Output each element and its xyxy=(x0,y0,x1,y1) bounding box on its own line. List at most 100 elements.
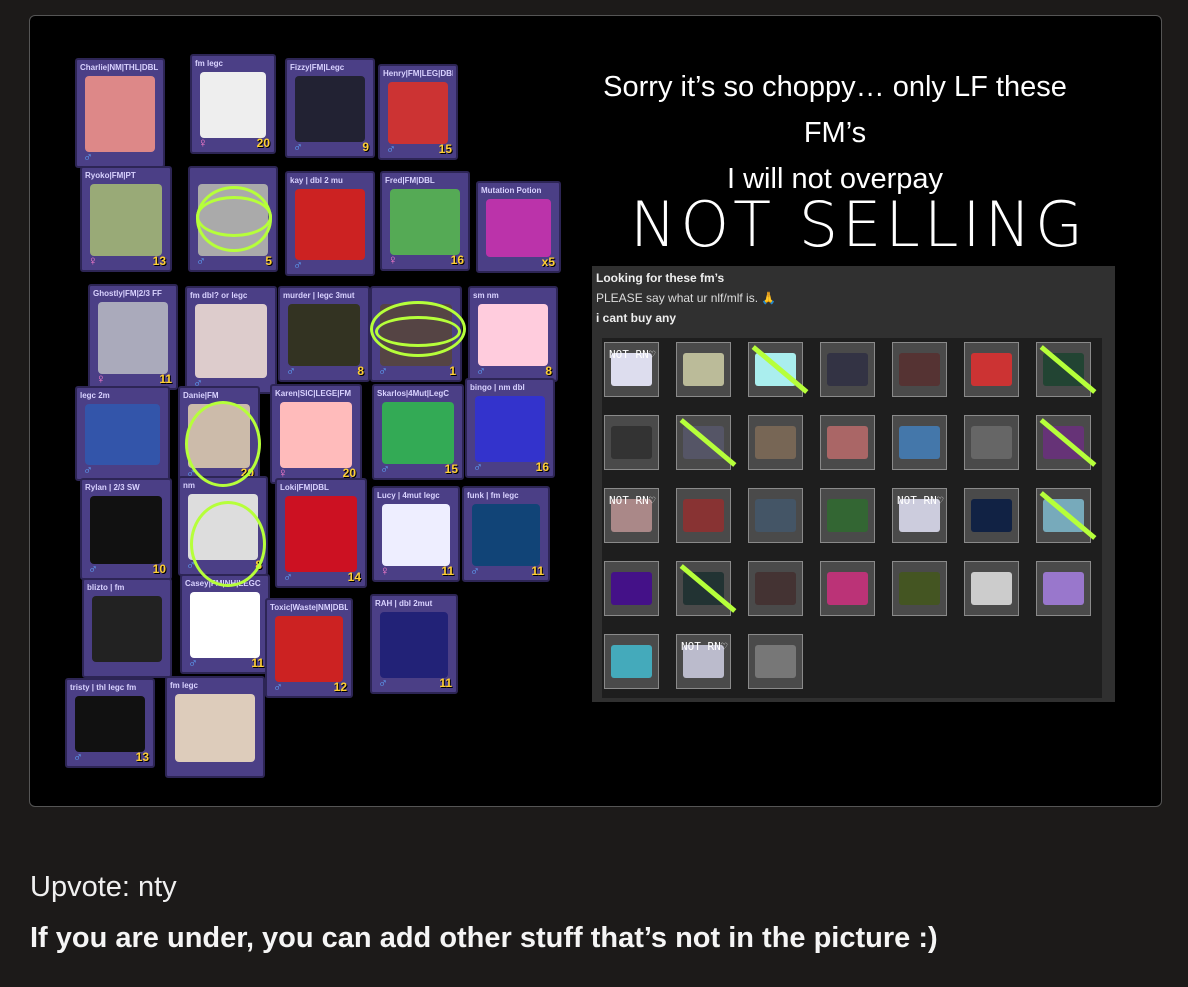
pet-image xyxy=(683,353,724,386)
wanted-cell: NOT RN♡ xyxy=(892,488,947,543)
tile-name: RAH | dbl 2mut xyxy=(375,599,433,608)
pet-image xyxy=(1043,572,1084,605)
pet-image xyxy=(755,499,796,532)
inventory-tile: Loki|FM|DBL 14 ♂ xyxy=(275,478,367,588)
wanted-cell xyxy=(820,342,875,397)
wanted-cell xyxy=(820,561,875,616)
wanted-cell xyxy=(604,561,659,616)
male-icon: ♂ xyxy=(273,679,283,694)
pet-image xyxy=(611,426,652,459)
female-icon: ♀ xyxy=(88,253,98,268)
scribble-mark xyxy=(185,401,261,487)
wanted-cell xyxy=(1036,488,1097,543)
pet-image xyxy=(388,82,448,144)
wanted-cell xyxy=(1036,415,1097,470)
tile-count: 15 xyxy=(438,142,452,156)
pet-image xyxy=(92,596,162,662)
inventory-tile: Skarlos|4Mut|LegC 15 ♂ xyxy=(372,384,464,480)
tile-name: sm nm xyxy=(473,291,499,300)
tile-count: 10 xyxy=(152,562,166,576)
inventory-tile: blizto | fm xyxy=(82,578,172,678)
pet-image xyxy=(755,426,796,459)
pet-image xyxy=(175,694,255,762)
tile-count: 11 xyxy=(441,564,454,578)
tile-count: 11 xyxy=(159,372,172,386)
inventory-tile: Mutation Potion x5 xyxy=(476,181,561,273)
not-rn-tag: NOT RN♡ xyxy=(609,348,656,361)
wanted-cell: NOT RN♡ xyxy=(604,488,659,543)
tile-name: Mutation Potion xyxy=(481,186,542,195)
tile-count: x5 xyxy=(541,255,555,269)
pet-image xyxy=(190,592,260,658)
pet-image xyxy=(390,189,460,255)
wanted-cell xyxy=(676,342,731,397)
headline-text: Sorry it’s so choppy… only LF these FM’s… xyxy=(550,64,1120,202)
pet-image xyxy=(380,612,448,678)
pet-image xyxy=(827,499,868,532)
pet-image xyxy=(85,76,155,152)
tile-count: 15 xyxy=(444,462,458,476)
wanted-cell xyxy=(892,342,947,397)
wanted-cell xyxy=(676,488,731,543)
scribble-mark xyxy=(375,316,461,347)
tile-name: legc 2m xyxy=(80,391,110,400)
male-icon: ♂ xyxy=(293,257,303,272)
male-icon: ♂ xyxy=(196,253,206,268)
wanted-cell xyxy=(604,415,659,470)
male-icon: ♂ xyxy=(380,461,390,476)
wanted-grid: NOT RN♡ NOT RN♡ NOT RN♡ NOT RN♡ xyxy=(602,338,1102,698)
pet-image xyxy=(382,504,450,566)
wanted-cell xyxy=(964,561,1019,616)
tile-count: 5 xyxy=(265,254,272,268)
inventory-tile: murder | legc 3mut 8 ♂ xyxy=(278,286,370,382)
wanted-cell xyxy=(1036,561,1091,616)
pet-image xyxy=(971,353,1012,386)
male-icon: ♂ xyxy=(378,363,388,378)
pet-image xyxy=(899,353,940,386)
wanted-cell xyxy=(964,488,1019,543)
inventory-tile: bingo | nm dbl 16 ♂ xyxy=(465,378,555,478)
male-icon: ♂ xyxy=(73,749,83,764)
tile-count: 1 xyxy=(449,364,456,378)
tile-name: Lucy | 4mut legc xyxy=(377,491,440,500)
pet-image xyxy=(899,572,940,605)
pet-image xyxy=(827,353,868,386)
tile-name: tristy | thl legc fm xyxy=(70,683,137,692)
inventory-tile: Lucy | 4mut legc 11 ♀ xyxy=(372,486,460,582)
caption-note: If you are under, you can add other stuf… xyxy=(30,922,938,954)
headline-line-1: Sorry it’s so choppy… only LF these xyxy=(603,71,1067,103)
male-icon: ♂ xyxy=(293,139,303,154)
tile-name: Danie|FM xyxy=(183,391,219,400)
inventory-tile: legc 2m ♂ xyxy=(75,386,170,481)
pet-image xyxy=(295,76,365,142)
tile-count: 16 xyxy=(535,460,549,474)
tile-name: Rylan | 2/3 SW xyxy=(85,483,140,492)
pet-image xyxy=(275,616,343,682)
inventory-tile: Fred|FM|DBL 16 ♀ xyxy=(380,171,470,271)
tile-name: murder | legc 3mut xyxy=(283,291,355,300)
not-rn-tag: NOT RN♡ xyxy=(609,494,656,507)
pet-image xyxy=(90,184,162,256)
tile-name: Skarlos|4Mut|LegC xyxy=(377,389,450,398)
tile-name: funk | fm legc xyxy=(467,491,519,500)
pet-image xyxy=(98,302,168,374)
inventory-tile: fm legc xyxy=(165,676,265,778)
tile-name: kay | dbl 2 mu xyxy=(290,176,343,185)
tile-name: Ghostly|FM|2/3 FF xyxy=(93,289,162,298)
female-icon: ♀ xyxy=(380,563,390,578)
wanted-subtitle: PLEASE say what ur nlf/mlf is. 🙏 xyxy=(596,291,777,305)
wanted-note: i cant buy any xyxy=(596,311,677,325)
tile-count: 11 xyxy=(439,676,452,690)
male-icon: ♂ xyxy=(386,141,396,156)
inventory-tile: kay | dbl 2 mu ♂ xyxy=(285,171,375,276)
tile-count: 11 xyxy=(251,656,264,670)
inventory-tile: Charlie|NM|THL|DBL ♂ xyxy=(75,58,165,168)
pet-image xyxy=(971,572,1012,605)
wanted-cell xyxy=(892,561,947,616)
pet-image xyxy=(90,496,162,564)
tile-count: 13 xyxy=(152,254,166,268)
inventory-tile: Ryoko|FM|PT 13 ♀ xyxy=(80,166,172,272)
tile-name: Toxic|Waste|NM|DBL xyxy=(270,603,348,612)
wanted-cell: NOT RN♡ xyxy=(676,634,731,689)
pet-image xyxy=(755,572,796,605)
